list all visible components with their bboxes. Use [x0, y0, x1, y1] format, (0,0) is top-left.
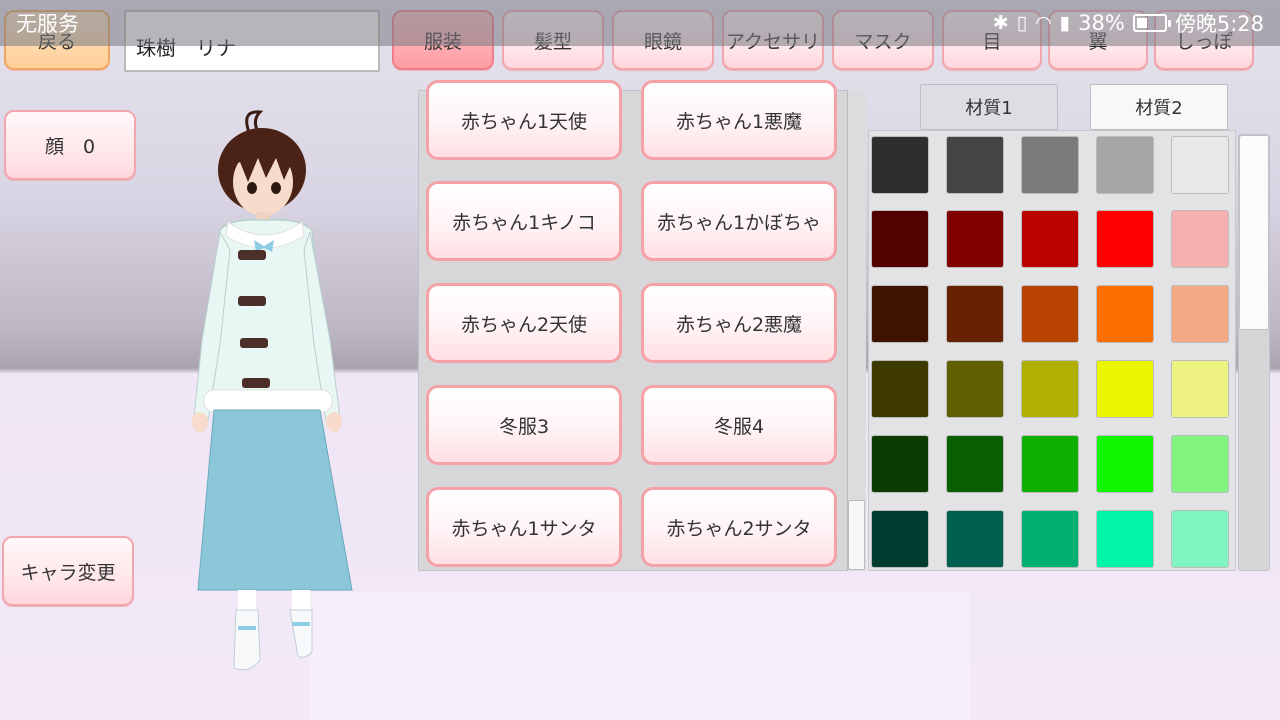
outfit-item[interactable]: 赤ちゃん1天使 [426, 80, 622, 160]
status-icons: ✱ ▯ ◠ ▮ 38% 傍晚5:28 [993, 8, 1264, 38]
outfit-item[interactable]: 赤ちゃん2天使 [426, 283, 622, 363]
right-hand [326, 412, 342, 432]
change-character-label: キャラ変更 [20, 561, 116, 584]
color-swatch[interactable] [1096, 510, 1154, 568]
outfit-item-label: 赤ちゃん1サンタ [451, 517, 597, 540]
coat-toggle [238, 296, 266, 306]
color-swatch[interactable] [946, 360, 1004, 418]
outfit-item[interactable]: 冬服4 [641, 385, 837, 465]
color-swatch[interactable] [946, 285, 1004, 343]
color-swatch[interactable] [871, 210, 929, 268]
tab-material-2-label: 材質2 [1135, 98, 1183, 119]
color-swatch[interactable] [871, 285, 929, 343]
color-swatch[interactable] [1021, 210, 1079, 268]
status-bar: 无服务 ✱ ▯ ◠ ▮ 38% 傍晚5:28 [0, 0, 1280, 46]
color-swatch[interactable] [946, 210, 1004, 268]
color-swatch[interactable] [1021, 435, 1079, 493]
outfit-list-scroll-thumb[interactable] [848, 500, 865, 570]
battery-fill [1136, 18, 1148, 28]
color-swatch[interactable] [946, 136, 1004, 194]
color-swatch[interactable] [1096, 136, 1154, 194]
outfit-item-label: 赤ちゃん1かぼちゃ [656, 211, 822, 234]
fur-hem [203, 389, 333, 413]
color-swatch[interactable] [871, 136, 929, 194]
change-character-button[interactable]: キャラ変更 [2, 536, 134, 606]
outfit-item-label: 赤ちゃん2天使 [460, 313, 588, 336]
outfit-item-label: 冬服3 [498, 415, 550, 438]
outfit-item-label: 赤ちゃん1キノコ [452, 211, 596, 234]
outfit-item[interactable]: 冬服3 [426, 385, 622, 465]
color-swatch[interactable] [1021, 285, 1079, 343]
color-swatch[interactable] [1096, 435, 1154, 493]
character-model[interactable] [180, 100, 360, 680]
coat-toggle [240, 338, 268, 348]
outfit-item[interactable]: 赤ちゃん1サンタ [426, 487, 622, 567]
outfit-item[interactable]: 赤ちゃん2サンタ [641, 487, 837, 567]
face-label: 顔 0 [44, 135, 96, 158]
color-swatch[interactable] [1096, 360, 1154, 418]
skirt [197, 409, 353, 591]
outfit-item-label: 赤ちゃん1悪魔 [675, 110, 803, 133]
color-swatch[interactable] [1171, 360, 1229, 418]
color-swatch[interactable] [1021, 136, 1079, 194]
color-swatch[interactable] [871, 435, 929, 493]
outfit-item[interactable]: 赤ちゃん2悪魔 [641, 283, 837, 363]
battery-percent: 38% [1078, 11, 1125, 35]
tab-material-2[interactable]: 材質2 [1090, 84, 1228, 130]
bluetooth-icon: ✱ [992, 12, 1009, 34]
color-swatch[interactable] [1171, 510, 1229, 568]
wifi-icon: ◠ [1035, 12, 1052, 34]
battery-icon [1132, 14, 1171, 32]
coat-toggle [238, 250, 266, 260]
carrier-text: 无服务 [16, 12, 79, 36]
clock: 傍晚5:28 [1174, 12, 1264, 36]
outfit-item[interactable]: 赤ちゃん1かぼちゃ [641, 181, 837, 261]
left-hand [192, 412, 208, 432]
outfit-item-label: 赤ちゃん2悪魔 [675, 313, 803, 336]
left-eye [247, 182, 257, 194]
floor-sheet [310, 592, 970, 720]
right-boot [289, 609, 313, 658]
tab-material-1-label: 材質1 [965, 98, 1013, 119]
color-swatch[interactable] [871, 360, 929, 418]
color-swatch[interactable] [1096, 285, 1154, 343]
color-swatch[interactable] [871, 510, 929, 568]
outfit-item[interactable]: 赤ちゃん1キノコ [426, 181, 622, 261]
outfit-item-label: 赤ちゃん1天使 [460, 110, 588, 133]
left-leg [238, 590, 256, 612]
sim-icon: ▮ [1059, 12, 1071, 34]
color-swatch[interactable] [1171, 210, 1229, 268]
color-swatch[interactable] [946, 510, 1004, 568]
outfit-item-label: 赤ちゃん2サンタ [666, 517, 812, 540]
tab-material-1[interactable]: 材質1 [920, 84, 1058, 130]
outfit-list-scrollbar[interactable] [847, 90, 866, 571]
right-eye [271, 182, 281, 194]
color-swatch[interactable] [1021, 510, 1079, 568]
palette-scroll-thumb[interactable] [1239, 135, 1269, 330]
vibrate-icon: ▯ [1016, 12, 1028, 34]
color-swatch[interactable] [1171, 435, 1229, 493]
color-swatch[interactable] [1096, 210, 1154, 268]
color-swatch[interactable] [1171, 136, 1229, 194]
color-palette [868, 130, 1236, 571]
color-swatch[interactable] [1021, 360, 1079, 418]
coat-toggle [242, 378, 270, 388]
left-boot [233, 609, 261, 671]
color-swatch[interactable] [946, 435, 1004, 493]
outfit-item[interactable]: 赤ちゃん1悪魔 [641, 80, 837, 160]
right-leg [292, 590, 310, 612]
color-swatch[interactable] [1171, 285, 1229, 343]
outfit-item-label: 冬服4 [713, 415, 765, 438]
face-button[interactable]: 顔 0 [4, 110, 136, 180]
